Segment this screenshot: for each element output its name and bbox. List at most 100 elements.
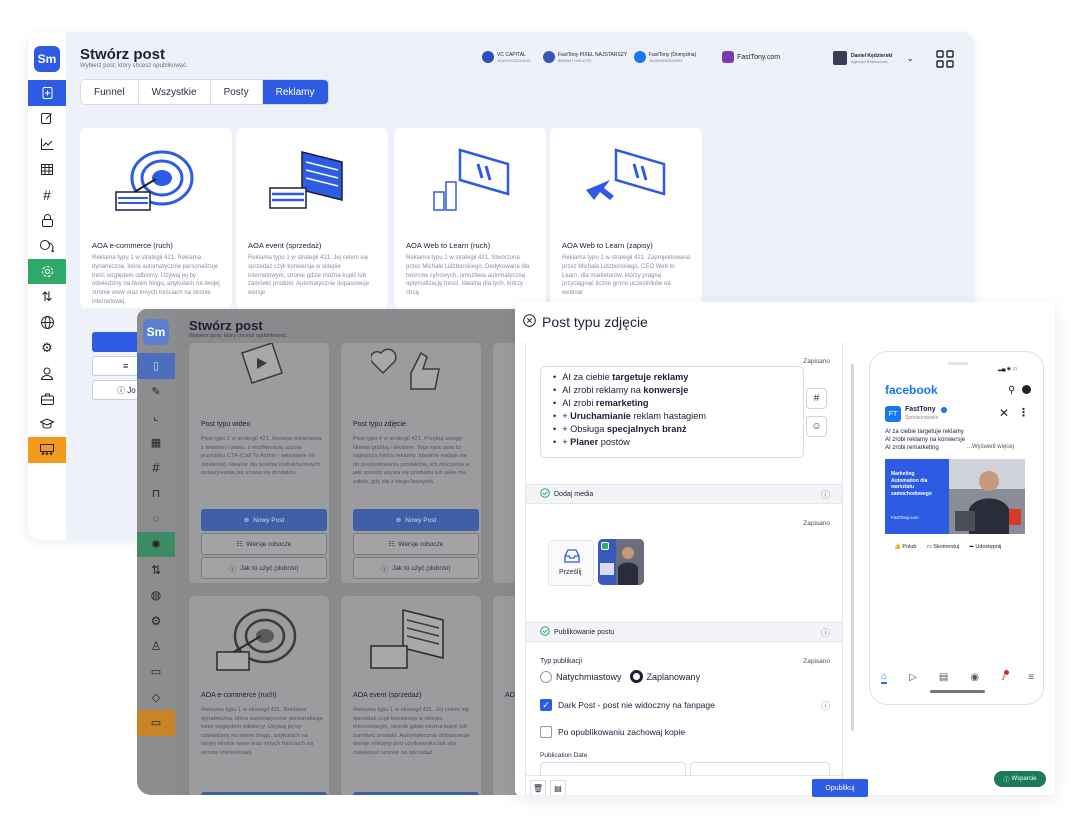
post-card-web-to-learn-signups[interactable]: AOA Web to Learn (zapisy) Reklama typu 1… (550, 128, 702, 308)
account-vc-capital[interactable]: VC CAPITAL 103204932224145 (482, 51, 530, 63)
add-media-section-header[interactable]: Dodaj media ⓘ (526, 484, 842, 504)
sidebar-item-globe[interactable] (28, 310, 66, 336)
user-menu[interactable]: Daniel Kędzierski Agencja Reklamowa ⌄ (833, 51, 914, 65)
post-card-photo[interactable]: Post typu zdjęcie Post typu 4 w strategi… (341, 343, 481, 583)
upload-button[interactable]: Prześlij (548, 540, 594, 586)
radio-checked[interactable] (629, 670, 643, 683)
search-icon[interactable]: ⚲ (1008, 385, 1015, 396)
account-fasttony-com[interactable]: FastTony.com (722, 51, 780, 63)
marketplace-icon[interactable]: ▤ (939, 672, 948, 683)
help-icon[interactable]: ⓘ (821, 626, 830, 639)
sidebar-item-calendar[interactable] (28, 157, 66, 183)
help-icon[interactable]: ⓘ (821, 488, 830, 501)
page-name[interactable]: FastTony (905, 406, 936, 413)
post-card-aoa-event[interactable]: AOA event (sprzedaż) Reklama typu 1 w st… (341, 596, 481, 795)
sidebar-item-stats[interactable]: ⌞ (137, 404, 175, 430)
how-to-button[interactable]: ⓘ Jak to użyć (dobrze) (201, 557, 327, 579)
notifications-icon[interactable]: ♪ (1001, 669, 1010, 683)
save-icon[interactable]: ▤ (550, 780, 566, 795)
account-fasttony-default[interactable]: FastTony (Domyślna) 164604592052693 (634, 51, 696, 63)
how-to-button[interactable]: ⓘ Jak to użyć (dobrze) (353, 557, 479, 579)
post-card-aoa-event[interactable]: AOA event (sprzedaż) Reklama typu 1 w st… (236, 128, 388, 308)
more-options-icon[interactable]: ⋮ (1018, 406, 1029, 419)
sidebar-item-new-post[interactable] (28, 80, 66, 106)
publishing-section-header[interactable]: Publikowanie postu ⓘ (526, 622, 842, 642)
sidebar-item-ai[interactable] (28, 258, 66, 284)
drafts-button[interactable]: ☷ Wersje robocze (353, 533, 479, 555)
post-text-editor[interactable]: AI za ciebie targetuje reklamyAI zrobi r… (540, 366, 804, 458)
sidebar-item-globe[interactable]: ◍ (137, 583, 175, 609)
sidebar-item-sort[interactable]: ⇅ (28, 284, 66, 310)
video-icon[interactable]: ▷ (909, 672, 917, 683)
sidebar-item-edit[interactable]: ✎ (137, 379, 175, 405)
tab-ads[interactable]: Reklamy (262, 80, 328, 104)
media-thumbnail[interactable] (598, 539, 644, 585)
sidebar-item-lock[interactable] (28, 208, 66, 234)
close-icon[interactable]: ✕ (999, 406, 1009, 420)
menu-icon[interactable]: ≡ (1028, 672, 1034, 683)
sidebar-item-user[interactable]: ♙ (137, 634, 175, 660)
radio-unchecked[interactable] (540, 670, 552, 683)
post-card-video[interactable]: Post typu wideo Post typu 2 w strategii … (189, 342, 329, 583)
sidebar-item-hashtags[interactable]: # (137, 455, 175, 481)
keep-copy-option[interactable]: Po opublikowaniu zachowaj kopie (540, 726, 685, 738)
checkbox-checked[interactable]: ✓ (540, 699, 552, 711)
trash-icon[interactable]: 🗑 (530, 780, 546, 795)
new-post-button[interactable]: ⊕ Nowy Post (353, 509, 479, 531)
sidebar-item-briefcase[interactable] (28, 386, 66, 412)
sidebar-item-team[interactable] (28, 437, 66, 463)
publish-button[interactable]: Opublikuj (812, 779, 868, 797)
sidebar-item-calendar[interactable]: ▦ (137, 430, 175, 456)
sidebar-item-briefcase[interactable]: ▭ (137, 659, 175, 685)
new-post-button[interactable] (201, 792, 327, 795)
chevron-down-icon[interactable]: ⌄ (906, 53, 914, 64)
home-icon[interactable]: ⌂ (881, 671, 888, 684)
app-logo[interactable]: Sm (34, 46, 60, 72)
new-post-button[interactable]: ⊕ Nowy Post (201, 509, 327, 531)
post-card-web-to-learn-traffic[interactable]: AOA Web to Learn (ruch) Reklama typu 1 w… (394, 128, 546, 308)
selected-checkbox[interactable] (601, 542, 609, 550)
sidebar-item-academy[interactable]: ◇ (137, 685, 175, 711)
drafts-button[interactable]: ☷ Wersje robocze (201, 533, 327, 555)
post-card-aoa-ecommerce[interactable]: AOA e-commerce (ruch) Reklama typu 1 w s… (189, 596, 329, 795)
dark-post-option[interactable]: ✓ Dark Post - post nie widoczny na fanpa… (540, 699, 715, 711)
apps-grid-icon[interactable] (936, 50, 954, 73)
new-post-button[interactable] (353, 792, 479, 795)
sidebar-item-hashtags[interactable]: # (28, 182, 66, 208)
sidebar-item-chat[interactable] (28, 233, 66, 259)
option-now[interactable]: Natychmiastowy Zaplanowany (540, 670, 700, 683)
sidebar-item-sort[interactable]: ⇅ (137, 557, 175, 583)
sidebar-item-ai[interactable]: ✺ (137, 531, 175, 557)
profile-icon[interactable]: ◉ (970, 672, 979, 683)
post-card-aoa-ecommerce[interactable]: AOA e-commerce (ruch) Reklama typu 1 w s… (80, 128, 232, 308)
emoji-button[interactable]: ☺ (806, 416, 827, 437)
sidebar-item-edit[interactable] (28, 106, 66, 132)
see-more-link[interactable]: ...Wyświetl więcej (967, 444, 1014, 450)
page-avatar[interactable]: FT (885, 406, 901, 422)
sidebar-item-chat[interactable]: ◌ (137, 506, 175, 532)
sidebar-item-lock[interactable]: ⊓ (137, 481, 175, 507)
checkbox-unchecked[interactable] (540, 726, 552, 738)
sidebar-item-settings[interactable]: ⚙ (137, 608, 175, 634)
post-card-partial[interactable]: AO (493, 596, 517, 795)
sidebar-item-academy[interactable] (28, 412, 66, 438)
post-card-partial[interactable] (493, 343, 517, 583)
like-action[interactable]: 👍 Polub (894, 544, 916, 550)
tab-posts[interactable]: Posty (211, 80, 263, 104)
sidebar-item-settings[interactable]: ⚙ (28, 335, 66, 361)
close-icon[interactable] (523, 314, 536, 330)
sidebar-item-stats[interactable] (28, 131, 66, 157)
share-action[interactable]: ➦ Udostępnij (969, 544, 1001, 550)
sidebar-item-new-post[interactable]: ▯ (137, 353, 175, 379)
hashtag-button[interactable]: # (806, 388, 827, 409)
comment-action[interactable]: ▭ Skomentuj (926, 544, 959, 550)
ad-image[interactable]: Marketing Automation dla warsztatu samoc… (885, 459, 1025, 534)
messenger-icon[interactable] (1022, 385, 1031, 394)
tab-funnel[interactable]: Funnel (81, 80, 139, 104)
help-icon[interactable]: ⓘ (821, 699, 830, 712)
sidebar-item-user[interactable] (28, 361, 66, 387)
sidebar-item-team[interactable]: ▭ (137, 710, 175, 736)
app-logo[interactable]: Sm (143, 319, 169, 345)
account-pixel[interactable]: FastTony PIXEL NAJSTARSZY 888254714404722 (543, 51, 627, 63)
support-button[interactable]: ⓘ Wsparcie (994, 771, 1046, 787)
